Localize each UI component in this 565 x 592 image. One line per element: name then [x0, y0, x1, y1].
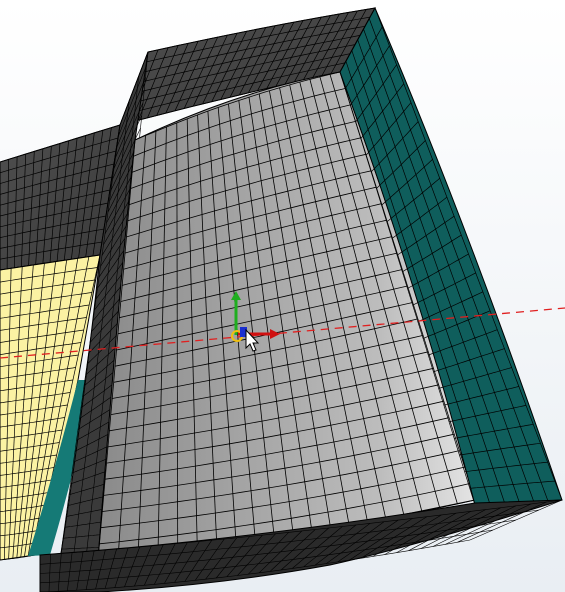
3d-viewport[interactable] — [0, 0, 565, 592]
mesh-model-canvas[interactable] — [0, 0, 565, 592]
